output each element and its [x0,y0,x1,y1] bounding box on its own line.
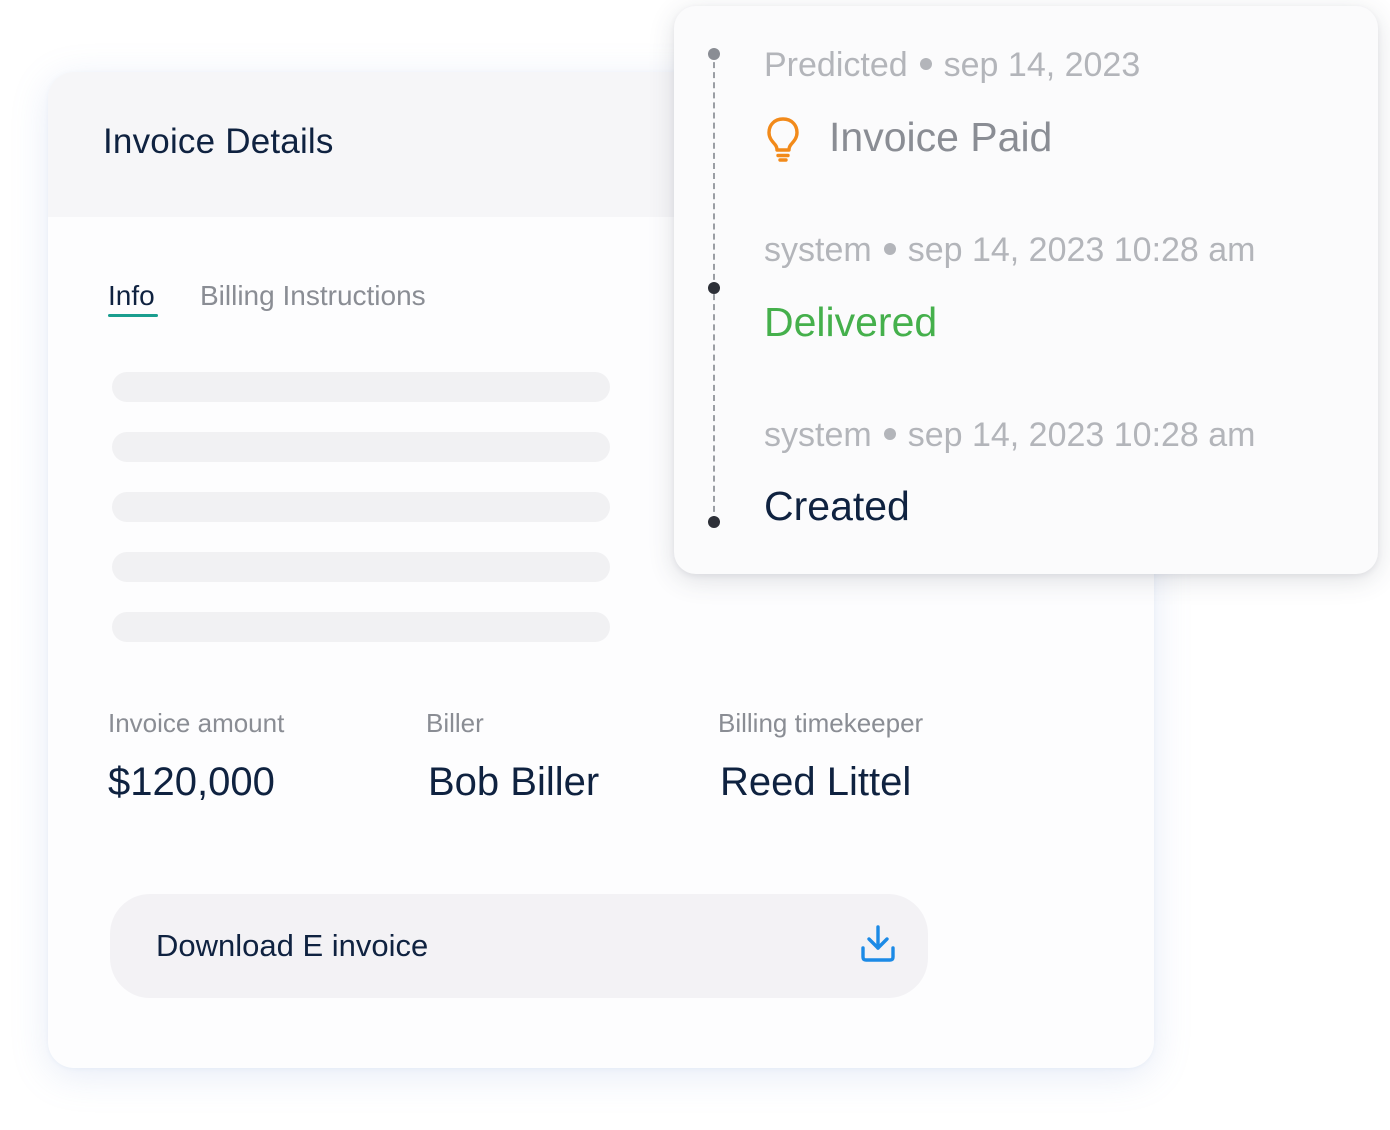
event-created: Created [764,483,910,529]
billing-timekeeper-label: Billing timekeeper [718,708,924,738]
separator-dot [883,243,896,256]
invoice-amount-label: Invoice amount [108,708,285,738]
lightbulb-icon [767,117,799,162]
timeline-meta: system sep 14, 2023 10:28 am [764,231,1256,270]
timeline-meta: Predicted sep 14, 2023 [764,46,1140,85]
biller-label: Biller [426,708,484,738]
event-timestamp: sep 14, 2023 10:28 am [907,231,1256,269]
invoice-amount-value: $120,000 [108,760,275,804]
timeline-meta: system sep 14, 2023 10:28 am [764,416,1256,455]
card-title: Invoice Details [103,122,334,161]
active-tab-indicator [108,314,158,317]
timeline-dot [708,516,720,528]
timeline-dot [708,48,720,60]
biller-value: Bob Biller [428,760,600,804]
invoice-timeline-popover: Predicted sep 14, 2023 Invoice Paid syste… [674,6,1378,574]
skeleton-line [112,432,610,462]
download-button-label: Download E invoice [156,928,429,963]
skeleton-line [112,372,610,402]
separator-dot [883,428,896,441]
event-timestamp: sep 14, 2023 [943,46,1141,84]
event-timestamp: sep 14, 2023 10:28 am [907,416,1256,454]
skeleton-line [112,492,610,522]
event-delivered: Delivered [764,299,938,345]
tab-billing-instructions[interactable]: Billing Instructions [200,280,426,312]
download-icon [861,925,895,962]
tab-info[interactable]: Info [108,280,155,312]
event-source: system [764,231,872,269]
skeleton-line [112,612,610,642]
separator-dot [919,58,932,71]
timeline-dot [708,282,720,294]
billing-timekeeper-value: Reed Littel [720,760,912,804]
event-source: Predicted [764,46,908,84]
event-source: system [764,416,872,454]
event-invoice-paid: Invoice Paid [829,114,1053,160]
download-e-invoice-button[interactable]: Download E invoice [110,894,928,998]
skeleton-line [112,552,610,582]
